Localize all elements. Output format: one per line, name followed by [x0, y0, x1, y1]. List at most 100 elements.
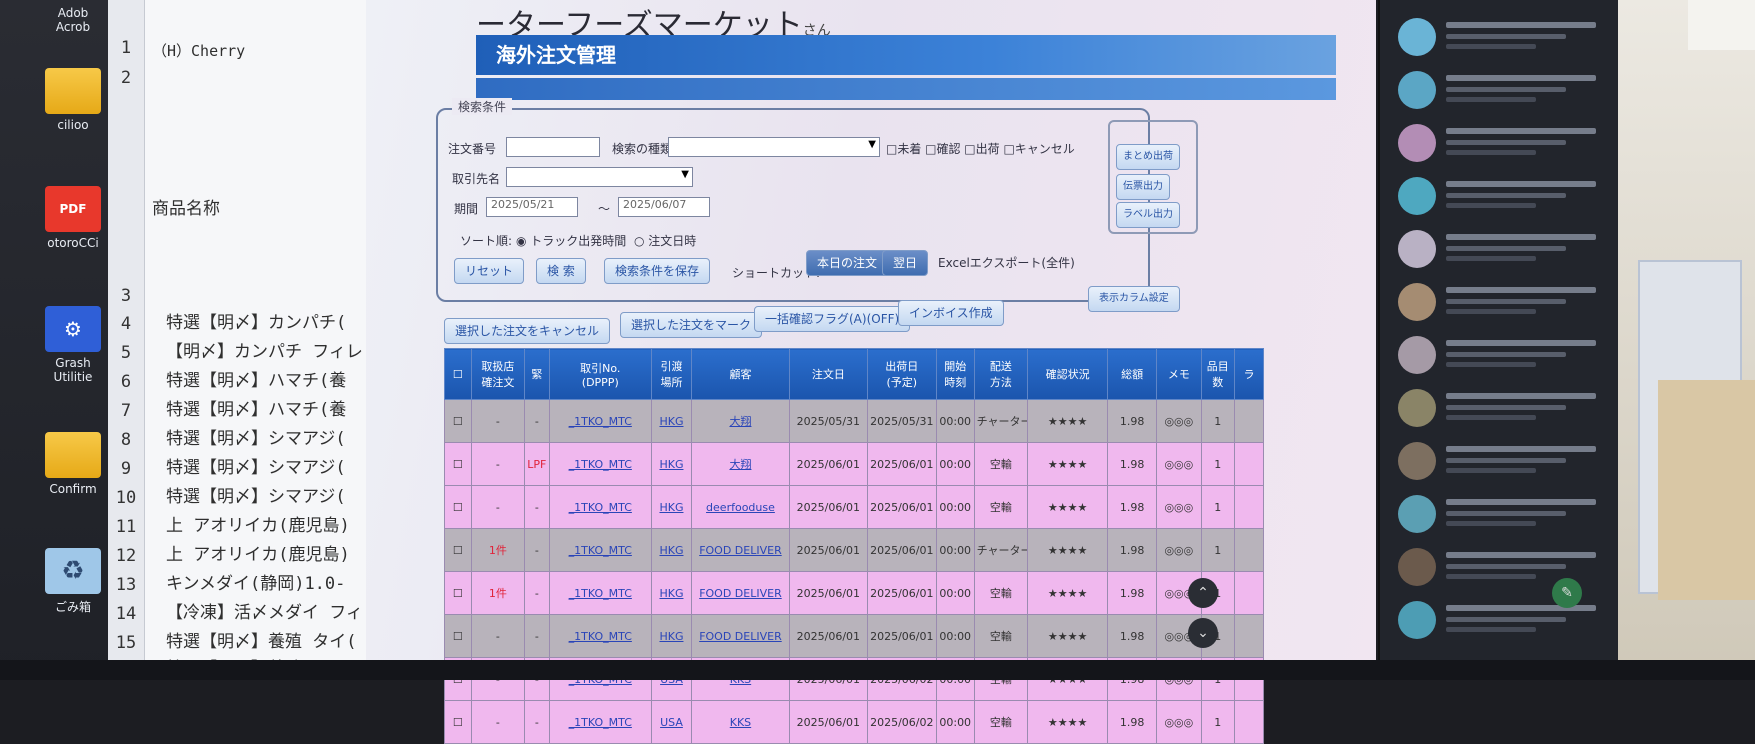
- col-header[interactable]: 緊: [524, 348, 550, 400]
- chat-list-item[interactable]: [1398, 71, 1608, 111]
- row-checkbox[interactable]: ☐: [444, 700, 472, 744]
- row-number[interactable]: 10: [108, 488, 144, 508]
- customer-link[interactable]: 大翔: [691, 399, 790, 443]
- col-header[interactable]: 顧客: [691, 348, 790, 400]
- row-number[interactable]: 6: [108, 372, 144, 392]
- table-row[interactable]: ☐ - - _1TKO_MTC HKG deerfooduse 2025/06/01 2025…: [444, 485, 1265, 529]
- sheet-item[interactable]: 上 アオリイカ(鹿児島): [166, 511, 350, 536]
- acrobat-shortcut[interactable]: Adob Acrob: [38, 6, 108, 34]
- pdf-shortcut[interactable]: PDF otoroCCi: [38, 186, 108, 250]
- col-header[interactable]: 引渡 場所: [650, 348, 693, 400]
- chat-list-item[interactable]: [1398, 601, 1608, 641]
- date-from-input[interactable]: 2025/05/21: [486, 197, 578, 217]
- new-message-icon[interactable]: ✎: [1552, 578, 1582, 608]
- chat-list-item[interactable]: [1398, 283, 1608, 323]
- order-no-link-text[interactable]: _1TKO_MTC: [569, 458, 632, 471]
- col-header[interactable]: 取引No. (DPPP): [548, 348, 652, 400]
- order-no-link[interactable]: _1TKO_MTC: [548, 399, 652, 443]
- order-no-link[interactable]: _1TKO_MTC: [548, 528, 652, 572]
- customer-link-text[interactable]: 大翔: [729, 415, 751, 428]
- place-link[interactable]: USA: [650, 700, 693, 744]
- customer-link-text[interactable]: FOOD DELIVER: [699, 587, 782, 600]
- column-setting-button[interactable]: 表示カラム設定: [1088, 286, 1180, 312]
- col-header[interactable]: 配送 方法: [973, 348, 1029, 400]
- sort-option-order[interactable]: ○ 注文日時: [634, 232, 696, 249]
- customer-link-text[interactable]: FOOD DELIVER: [699, 630, 782, 643]
- sheet-item[interactable]: 【明〆】カンパチ フィレ: [166, 337, 363, 362]
- recycle-bin-shortcut[interactable]: ♻ ごみ箱: [38, 548, 108, 615]
- mark-selected-button[interactable]: 選択した注文をマーク: [620, 312, 763, 338]
- sheet-item[interactable]: 【冷凍】活〆メダイ フィレ: [166, 598, 380, 623]
- folder-shortcut-2[interactable]: Confirm: [38, 432, 108, 496]
- invoice-button[interactable]: インボイス作成: [898, 300, 1004, 326]
- select-all-checkbox[interactable]: ☐: [444, 348, 472, 400]
- sort-option-truck[interactable]: ◉ トラック出発時間: [516, 232, 626, 249]
- col-header[interactable]: 出荷日 (予定): [866, 348, 937, 400]
- row-number[interactable]: 9: [108, 459, 144, 479]
- status-checkboxes[interactable]: □未着 □確認 □出荷 □キャンセル: [886, 140, 1075, 157]
- chat-list-item[interactable]: [1398, 230, 1608, 270]
- customer-link[interactable]: deerfooduse: [691, 485, 790, 529]
- col-header[interactable]: 確認状況: [1027, 348, 1109, 400]
- customer-link-text[interactable]: KKS: [730, 716, 751, 729]
- sheet-item[interactable]: 特選【明〆】ハマチ(養: [166, 366, 346, 391]
- customer-link-text[interactable]: 大翔: [729, 458, 751, 471]
- order-no-link[interactable]: _1TKO_MTC: [548, 485, 652, 529]
- customer-link[interactable]: KKS: [691, 700, 790, 744]
- table-row[interactable]: ☐ - - _1TKO_MTC HKG FOOD DELIVER 2025/06/01 202…: [444, 614, 1265, 658]
- order-no-link[interactable]: _1TKO_MTC: [548, 571, 652, 615]
- col-header[interactable]: 品目数: [1200, 348, 1235, 400]
- customer-link[interactable]: FOOD DELIVER: [691, 614, 790, 658]
- tomorrow-button[interactable]: 翌日: [882, 250, 929, 276]
- place-link[interactable]: HKG: [650, 571, 693, 615]
- save-condition-button[interactable]: 検索条件を保存: [604, 258, 711, 284]
- row-number[interactable]: 4: [108, 314, 144, 334]
- row-number[interactable]: 14: [108, 604, 144, 624]
- chat-list-item[interactable]: [1398, 124, 1608, 164]
- market-kind-select[interactable]: ▼: [668, 137, 880, 157]
- row-number[interactable]: 15: [108, 633, 144, 653]
- row-number[interactable]: 11: [108, 517, 144, 537]
- order-no-link-text[interactable]: _1TKO_MTC: [569, 415, 632, 428]
- table-row[interactable]: ☐ 1件 - _1TKO_MTC HKG FOOD DELIVER 2025/06/01 20…: [444, 528, 1265, 572]
- place-link-text[interactable]: HKG: [659, 587, 683, 600]
- order-no-link[interactable]: _1TKO_MTC: [548, 442, 652, 486]
- order-no-link-text[interactable]: _1TKO_MTC: [569, 501, 632, 514]
- row-number[interactable]: 7: [108, 401, 144, 421]
- place-link-text[interactable]: HKG: [659, 415, 683, 428]
- place-link[interactable]: HKG: [650, 614, 693, 658]
- row-number[interactable]: 13: [108, 575, 144, 595]
- col-header[interactable]: 取扱店 確注文: [470, 348, 526, 400]
- place-link[interactable]: HKG: [650, 528, 693, 572]
- row-number[interactable]: 12: [108, 546, 144, 566]
- bulk-flag-button[interactable]: 一括確認フラグ(A)(OFF): [754, 306, 911, 332]
- row-checkbox[interactable]: ☐: [444, 571, 472, 615]
- place-link-text[interactable]: USA: [660, 716, 683, 729]
- sheet-item[interactable]: 特選【明〆】シマアジ(: [166, 424, 346, 449]
- folder-shortcut-1[interactable]: cilioo: [38, 68, 108, 132]
- place-link[interactable]: HKG: [650, 399, 693, 443]
- side-button-1[interactable]: まとめ出荷: [1116, 144, 1180, 170]
- sheet-item[interactable]: キンメダイ(静岡)1.0-: [166, 569, 345, 594]
- sheet-item[interactable]: 特選【明〆】ハマチ(養: [166, 395, 346, 420]
- place-link[interactable]: HKG: [650, 485, 693, 529]
- chat-list-item[interactable]: [1398, 336, 1608, 376]
- row-checkbox[interactable]: ☐: [444, 614, 472, 658]
- chat-list-item[interactable]: [1398, 177, 1608, 217]
- chat-list-item[interactable]: [1398, 389, 1608, 429]
- place-link-text[interactable]: HKG: [659, 630, 683, 643]
- customer-link-text[interactable]: deerfooduse: [706, 501, 775, 514]
- scroll-up-icon[interactable]: ⌃: [1188, 578, 1218, 608]
- place-link[interactable]: HKG: [650, 442, 693, 486]
- reset-button[interactable]: リセット: [454, 258, 525, 284]
- order-no-link-text[interactable]: _1TKO_MTC: [569, 587, 632, 600]
- cancel-selected-button[interactable]: 選択した注文をキャンセル: [444, 318, 611, 344]
- row-number[interactable]: 5: [108, 343, 144, 363]
- place-link-text[interactable]: HKG: [659, 458, 683, 471]
- customer-link-text[interactable]: FOOD DELIVER: [699, 544, 782, 557]
- order-no-link-text[interactable]: _1TKO_MTC: [569, 716, 632, 729]
- row-checkbox[interactable]: ☐: [444, 399, 472, 443]
- place-link-text[interactable]: HKG: [659, 501, 683, 514]
- row-number[interactable]: 3: [108, 286, 144, 306]
- utility-shortcut[interactable]: ⚙ Grash Utilitie: [38, 306, 108, 384]
